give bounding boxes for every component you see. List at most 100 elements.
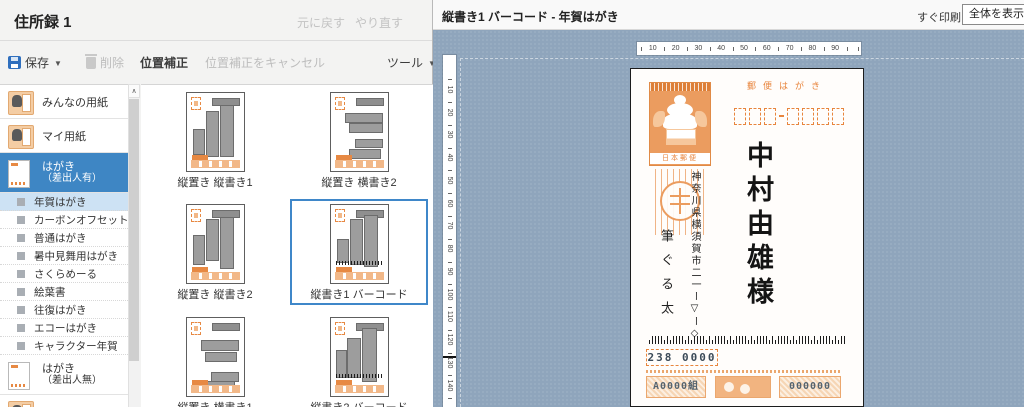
ruler-tick [448,375,452,377]
ruler-tick [448,284,452,286]
postal-hyphen [779,115,784,117]
thumb-stamp-icon [334,209,345,222]
ruler-label: 40 [446,153,453,162]
postal-digit-box [764,107,776,125]
thumb-barcode [335,374,382,378]
save-icon [8,56,21,69]
thumb-postal-bar [355,98,384,106]
sidebar-item-10[interactable]: エコーはがき [0,319,128,337]
ruler-label: 80 [808,45,817,52]
ruler-tick [641,47,643,51]
print-now-button[interactable]: すぐ印刷 [917,9,961,25]
sender-name[interactable]: 筆ぐる太 [657,229,676,339]
chevron-down-icon: ▼ [54,59,62,68]
thumb-text-block [349,219,363,265]
thumb-text-block [348,149,381,159]
postcard-header-text: 郵便はがき [746,81,827,91]
thumb-text-block [192,235,205,265]
thumb-text-block [348,123,383,133]
sidebar-item-sublabel: （差出人無） [42,374,102,386]
sidebar-item-label: キャラクター年賀 [34,340,118,352]
thumb-lottery-strip [190,385,240,393]
sidebar-item-label: カーボンオフセットはがき [34,214,128,226]
sidebar-item-7[interactable]: さくらめーる [0,265,128,283]
page-title: 住所録 1 [14,14,72,31]
thumb-text-block [205,111,219,157]
sidebar-item-3[interactable]: 年賀はがき [0,193,128,211]
ruler-label: 140 [446,379,453,392]
postal-digit-box [749,107,761,125]
ruler-label: 90 [831,45,840,52]
sidebar-item-5[interactable]: 普通はがき [0,229,128,247]
redo-button[interactable]: やり直す [355,14,403,31]
ruler-tick [448,193,452,195]
template-item-0[interactable]: 縦置き 縦書き1 [146,87,284,193]
square-bullet-icon [17,233,25,242]
template-label: 縦置き 縦書き1 [177,177,253,189]
recipient-postal-code-boxes[interactable] [734,107,847,125]
position-fix-button[interactable]: 位置補正 [140,54,188,71]
save-button[interactable]: 保存 ▼ [8,54,62,71]
sidebar-item-label: 普通はがき [34,232,87,244]
template-item-1[interactable]: 縦置き 横書き2 [290,87,428,193]
undo-button[interactable]: 元に戻す [297,14,345,31]
ruler-label: 110 [446,311,453,323]
square-bullet-icon [17,251,25,260]
lottery-number-left: A0000組 [646,376,706,398]
ruler-label: 60 [446,199,453,207]
sidebar-item-label: みんなの用紙 [42,96,108,109]
sidebar-item-6[interactable]: 暑中見舞用はがき [0,247,128,265]
recipient-address[interactable]: 神奈川県横須賀市二一ー▽ー◇ [687,171,702,341]
square-bullet-icon [17,323,25,332]
thumb-stamp-icon [334,322,345,335]
sidebar-item-8[interactable]: 絵葉書 [0,283,128,301]
sidebar-scrollbar-thumb[interactable] [129,99,139,361]
tools-button[interactable]: ツール ▼ [387,54,436,71]
ruler-tick [448,261,452,263]
sidebar-item-12[interactable]: はがき （差出人無） [0,355,128,395]
sidebar-item-label: 往復はがき [34,304,87,316]
ruler-tick [448,79,452,81]
ruler-label: 40 [717,45,726,52]
leaf-decoration-icon [695,111,707,127]
ruler-label: 20 [446,108,453,116]
postal-digit-box [817,107,829,125]
ruler-tick [448,147,452,149]
template-item-3[interactable]: 縦書き1 バーコード [290,199,428,305]
ruler-tick [858,47,859,51]
delete-button[interactable]: 削除 [85,54,124,71]
template-label: 縦置き 横書き2 [321,177,397,189]
preview-title: 縦書き1 バーコード - 年賀はがき [442,10,619,24]
stamp-caption: 日本郵便 [650,153,710,164]
zoom-select[interactable]: 全体を表示 [962,4,1024,25]
sidebar-item-0[interactable]: みんなの用紙 [0,85,128,119]
ruler-label: 130 [446,356,453,369]
template-thumbnail [329,317,389,397]
template-thumbnail [185,204,245,284]
recipient-name[interactable]: 中村由雄様 [739,141,778,336]
sidebar-item-label: 暑中見舞用はがき [34,250,118,262]
square-bullet-icon [17,215,25,224]
sidebar-item-2[interactable]: はがき （差出人有） [0,153,128,193]
thumb-postal-bar [211,323,240,331]
template-item-2[interactable]: 縦置き 縦書き2 [146,199,284,305]
sidebar-item-11[interactable]: キャラクター年賀 [0,337,128,355]
thumb-text-block [346,338,361,378]
sidebar-item-sublabel: （差出人有） [42,172,102,184]
sidebar-item-13[interactable] [0,395,128,407]
preview-canvas: 10 20 30 40 50 60 70 80 90 10 20 30 40 50 60 70 80 90 100… [433,30,1024,407]
sidebar-item-9[interactable]: 往復はがき [0,301,128,319]
sender-postal-code[interactable]: 238 0000 [646,349,718,366]
lottery-number-right: 000000 [779,376,841,398]
template-item-5[interactable]: 縦書き2 バーコード [290,312,428,407]
tools-label: ツール [387,56,424,70]
template-item-4[interactable]: 縦置き 横書き1 [146,312,284,407]
position-cancel-button[interactable]: 位置補正をキャンセル [205,54,325,71]
thumb-text-block [192,129,205,155]
sidebar-item-4[interactable]: カーボンオフセットはがき [0,211,128,229]
thumb-text-block [205,219,219,261]
sidebar-scroll-up-button[interactable]: ∧ [128,84,140,98]
template-thumbnail [185,317,245,397]
thumb-text-block [200,340,239,351]
sidebar-item-1[interactable]: マイ用紙 [0,119,128,153]
